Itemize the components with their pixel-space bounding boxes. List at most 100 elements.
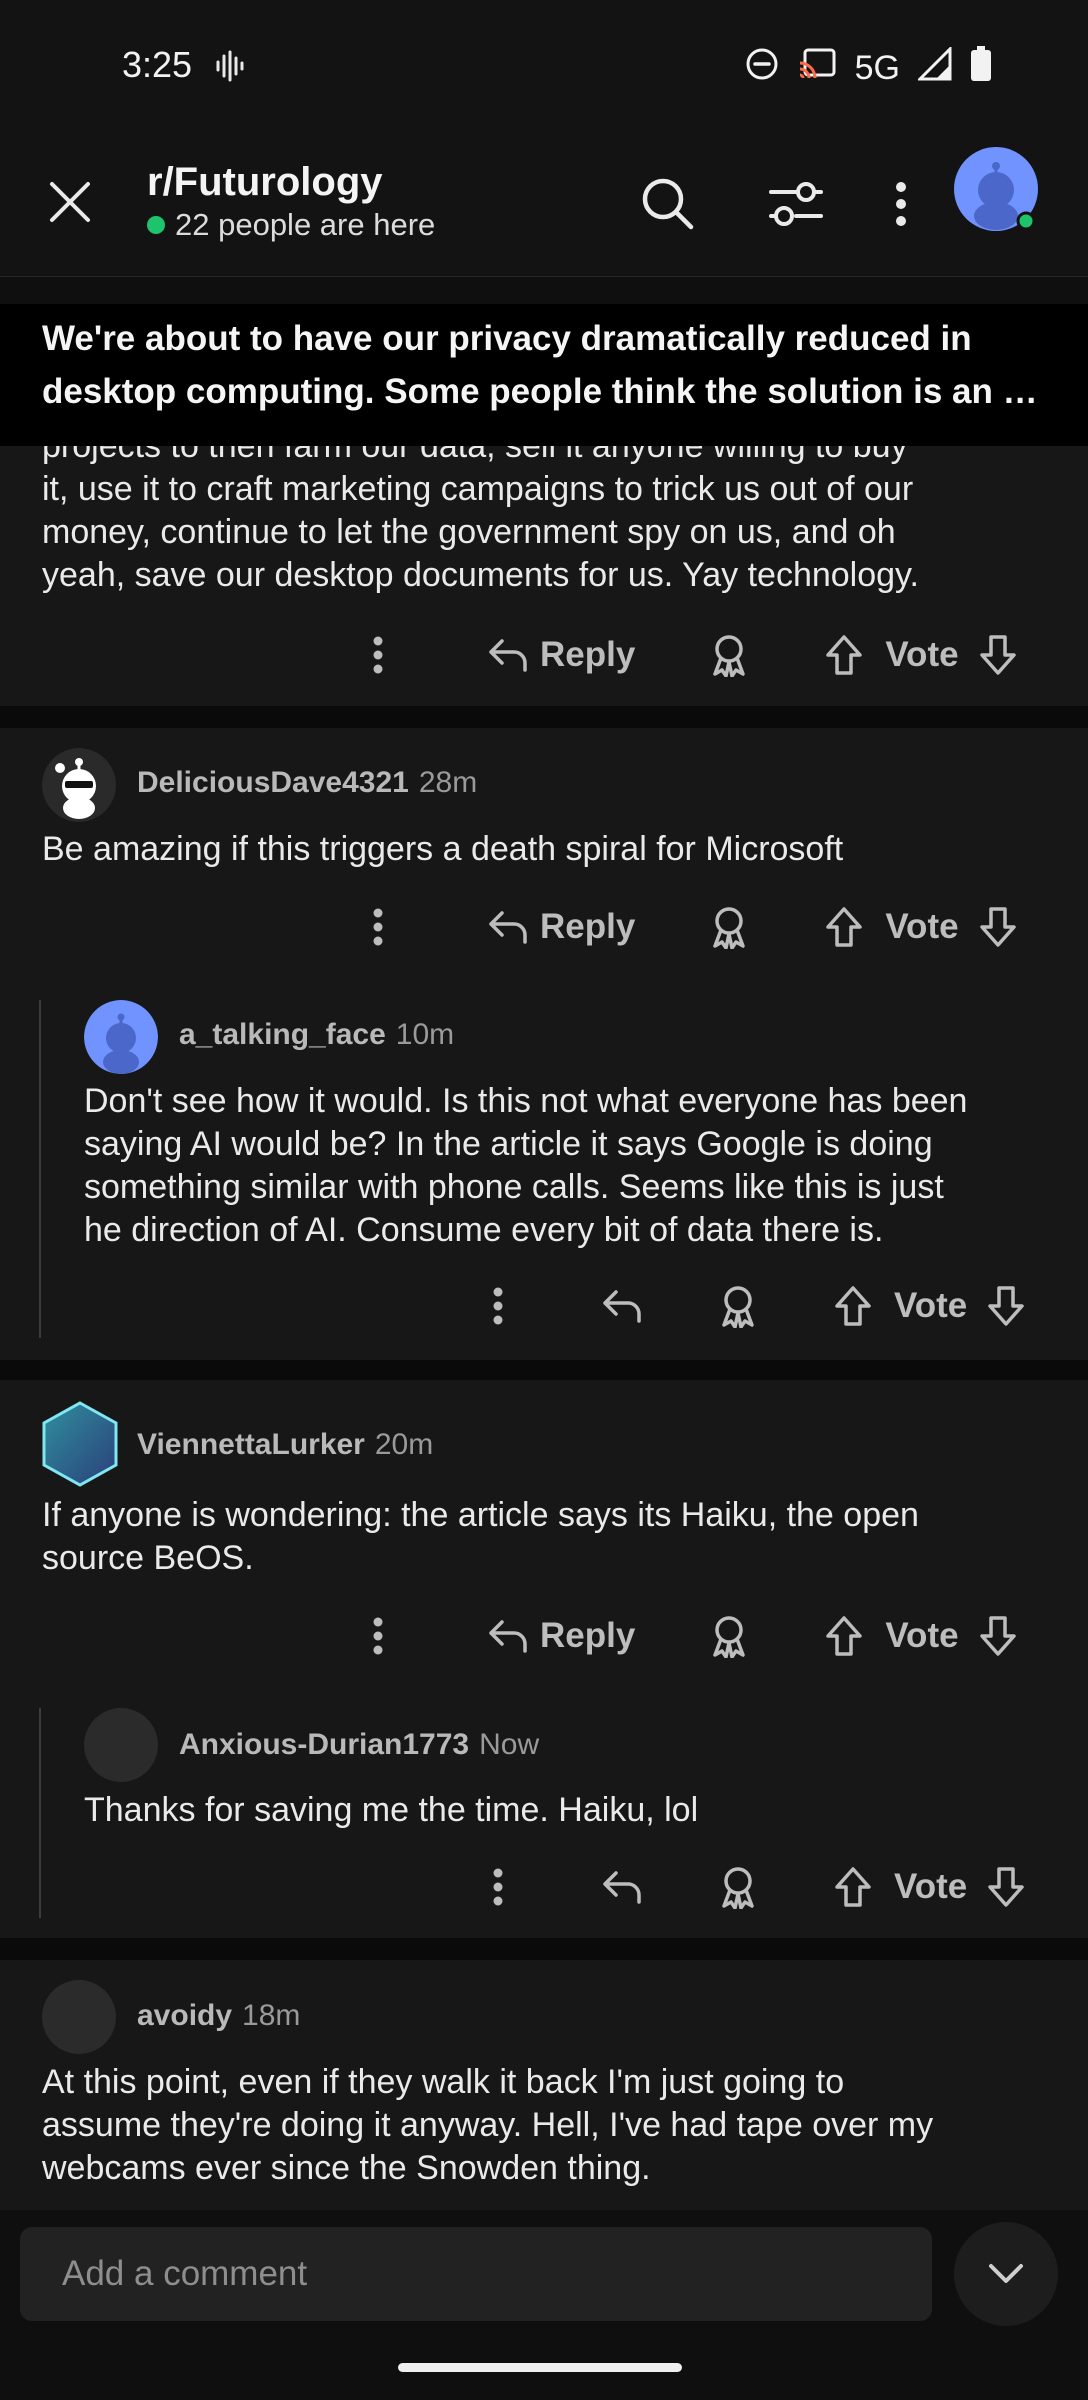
downvote-icon [979, 1616, 1016, 1656]
award-button[interactable] [709, 1614, 749, 1658]
reply-icon [489, 639, 527, 672]
award-icon [722, 1867, 754, 1909]
add-comment-input[interactable]: Add a comment [20, 2227, 932, 2321]
cast-icon [797, 47, 837, 90]
downvote-button[interactable] [979, 634, 1017, 676]
comment-actions: Reply Vote [372, 1606, 1017, 1666]
upvote-button[interactable]: Vote [825, 906, 959, 948]
username[interactable]: avoidy [137, 1999, 232, 2032]
username[interactable]: ViennettaLurker [137, 1428, 365, 1461]
award-button[interactable] [718, 1284, 758, 1328]
upvote-button[interactable]: Vote [825, 634, 959, 676]
upvote-icon [835, 1286, 871, 1326]
upvote-icon [826, 1616, 863, 1656]
post-title-line: desktop computing. Some people think the… [42, 372, 1046, 411]
reply-label: Reply [540, 1616, 636, 1655]
comment-line: yeah, save our desktop documents for us.… [42, 556, 919, 594]
commenter-avatar[interactable] [84, 1708, 158, 1782]
comment-meta: ViennettaLurker 20m [137, 1428, 433, 1462]
comment-time: 20m [374, 1428, 434, 1461]
more-button[interactable] [372, 908, 384, 946]
comment-line: webcams ever since the Snowden thing. [42, 2149, 651, 2187]
comment-time: 28m [418, 766, 478, 799]
search-icon[interactable] [641, 177, 695, 236]
online-count: 22 people are here [147, 207, 435, 243]
downvote-button[interactable] [987, 1285, 1025, 1327]
more-button[interactable] [492, 1868, 504, 1906]
thread-line[interactable] [39, 1000, 41, 1338]
subreddit-name[interactable]: r/Futurology [147, 160, 383, 205]
collapse-button[interactable] [954, 2222, 1058, 2326]
award-icon [722, 1286, 754, 1328]
filter-icon[interactable] [768, 180, 824, 233]
reply-button[interactable]: Reply [488, 1616, 635, 1656]
app-header [0, 135, 1088, 277]
battery-icon [970, 46, 992, 91]
comment-line: money, continue to let the government sp… [42, 513, 896, 551]
more-button[interactable] [372, 1617, 384, 1655]
thread-separator [0, 706, 1088, 728]
close-icon[interactable] [48, 180, 92, 229]
comment-meta: Anxious-Durian1773 Now [179, 1728, 539, 1762]
home-indicator[interactable] [398, 2363, 682, 2372]
reply-button[interactable]: Reply [488, 635, 635, 675]
vote-label: Vote [885, 907, 959, 946]
comment-line: If anyone is wondering: the article says… [42, 1496, 919, 1534]
comment-line: saying AI would be? In the article it sa… [84, 1125, 933, 1163]
chevron-down-icon [989, 2264, 1023, 2283]
downvote-button[interactable] [979, 906, 1017, 948]
username[interactable]: a_talking_face [179, 1018, 386, 1051]
voice-activity-icon [215, 50, 245, 87]
commenter-avatar[interactable] [84, 1000, 158, 1074]
thread-separator [0, 1360, 1088, 1380]
upvote-icon [826, 635, 863, 675]
comment-body: At this point, even if they walk it back… [42, 2061, 933, 2190]
comment-line: Don't see how it would. Is this not what… [84, 1082, 968, 1120]
post-title-line: We're about to have our privacy dramatic… [42, 319, 972, 358]
comment-line: source BeOS. [42, 1539, 254, 1577]
comment-line: assume they're doing it anyway. Hell, I'… [42, 2106, 934, 2144]
comment-actions: Vote [492, 1276, 1025, 1336]
downvote-button[interactable] [987, 1866, 1025, 1908]
commenter-avatar[interactable] [42, 748, 116, 822]
award-icon [713, 1616, 746, 1658]
more-button[interactable] [372, 636, 384, 674]
comment-line: Thanks for saving me the time. Haiku, lo… [84, 1791, 699, 1829]
upvote-button[interactable]: Vote [834, 1866, 967, 1908]
upvote-button[interactable]: Vote [834, 1285, 967, 1327]
upvote-button[interactable]: Vote [825, 1615, 959, 1657]
post-title-banner[interactable]: We're about to have our privacy dramatic… [0, 304, 1088, 446]
more-button[interactable] [492, 1287, 504, 1325]
comment-body: Don't see how it would. Is this not what… [84, 1080, 967, 1252]
award-icon [713, 907, 746, 949]
comment-time: 10m [395, 1018, 455, 1051]
vote-label: Vote [894, 1867, 968, 1906]
more-options-icon[interactable] [894, 182, 908, 231]
comment-line: At this point, even if they walk it back… [42, 2063, 845, 2101]
username[interactable]: Anxious-Durian1773 [179, 1728, 469, 1761]
vote-label: Vote [885, 1616, 959, 1655]
reply-button[interactable]: Reply [488, 907, 635, 947]
comment-body: projects to then farm our data, sell it … [42, 425, 919, 597]
thread-line[interactable] [39, 1708, 41, 1918]
reply-button[interactable] [602, 1869, 642, 1905]
comment-thread [0, 728, 1088, 1360]
reply-button[interactable] [602, 1288, 642, 1324]
commenter-avatar[interactable] [42, 1980, 116, 2054]
username[interactable]: DeliciousDave4321 [137, 766, 409, 799]
downvote-button[interactable] [979, 1615, 1017, 1657]
comment-meta: a_talking_face 10m [179, 1018, 454, 1052]
network-type: 5G [854, 49, 900, 87]
comment-actions: Reply Vote [372, 897, 1017, 957]
award-button[interactable] [709, 905, 749, 949]
status-icons: 5G [745, 45, 992, 91]
do-not-disturb-icon [745, 47, 779, 90]
thread-separator [0, 1938, 1088, 1960]
commenter-avatar[interactable] [40, 1400, 120, 1493]
signal-icon [916, 45, 952, 90]
award-button[interactable] [718, 1865, 758, 1909]
award-button[interactable] [709, 633, 749, 677]
comment-line: it, use it to craft marketing campaigns … [42, 470, 914, 508]
online-indicator [147, 216, 165, 234]
user-avatar[interactable] [953, 146, 1039, 237]
